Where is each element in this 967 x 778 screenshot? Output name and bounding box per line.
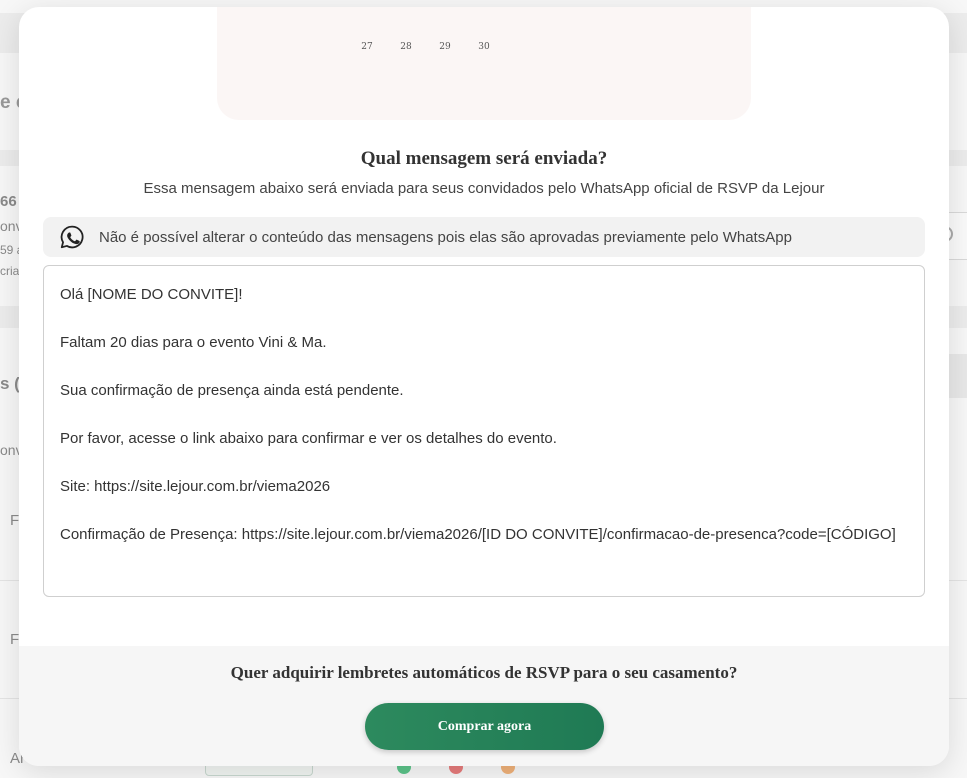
calendar-preview: 27 28 29 30 — [217, 7, 751, 120]
upsell-text: Quer adquirir lembretes automáticos de R… — [230, 663, 738, 682]
notice-text: Não é possível alterar o conteúdo das me… — [99, 228, 792, 246]
bg-text: 66 — [0, 193, 17, 210]
calendar-day: 27 — [361, 42, 373, 52]
modal-subtitle: Essa mensagem abaixo será enviada para s… — [143, 180, 825, 197]
calendar-day: 29 — [439, 42, 451, 52]
buy-now-button[interactable]: Comprar agora — [365, 703, 604, 750]
whatsapp-icon — [60, 225, 84, 249]
modal-title: Qual mensagem será enviada? — [360, 148, 608, 169]
bg-text: cria — [0, 264, 20, 278]
message-preview-modal: 27 28 29 30 Qual mensagem será enviada? … — [19, 7, 949, 766]
bg-text: F — [10, 512, 20, 529]
calendar-day: 28 — [400, 42, 412, 52]
whatsapp-notice: Não é possível alterar o conteúdo das me… — [43, 217, 925, 257]
upsell-footer: Quer adquirir lembretes automáticos de R… — [19, 646, 949, 766]
bg-button — [947, 354, 967, 398]
calendar-days-row: 27 28 29 30 — [217, 42, 751, 54]
message-preview-text: Olá [NOME DO CONVITE]! Faltam 20 dias pa… — [43, 265, 925, 597]
calendar-day: 30 — [478, 42, 490, 52]
bg-text: F — [10, 631, 20, 648]
